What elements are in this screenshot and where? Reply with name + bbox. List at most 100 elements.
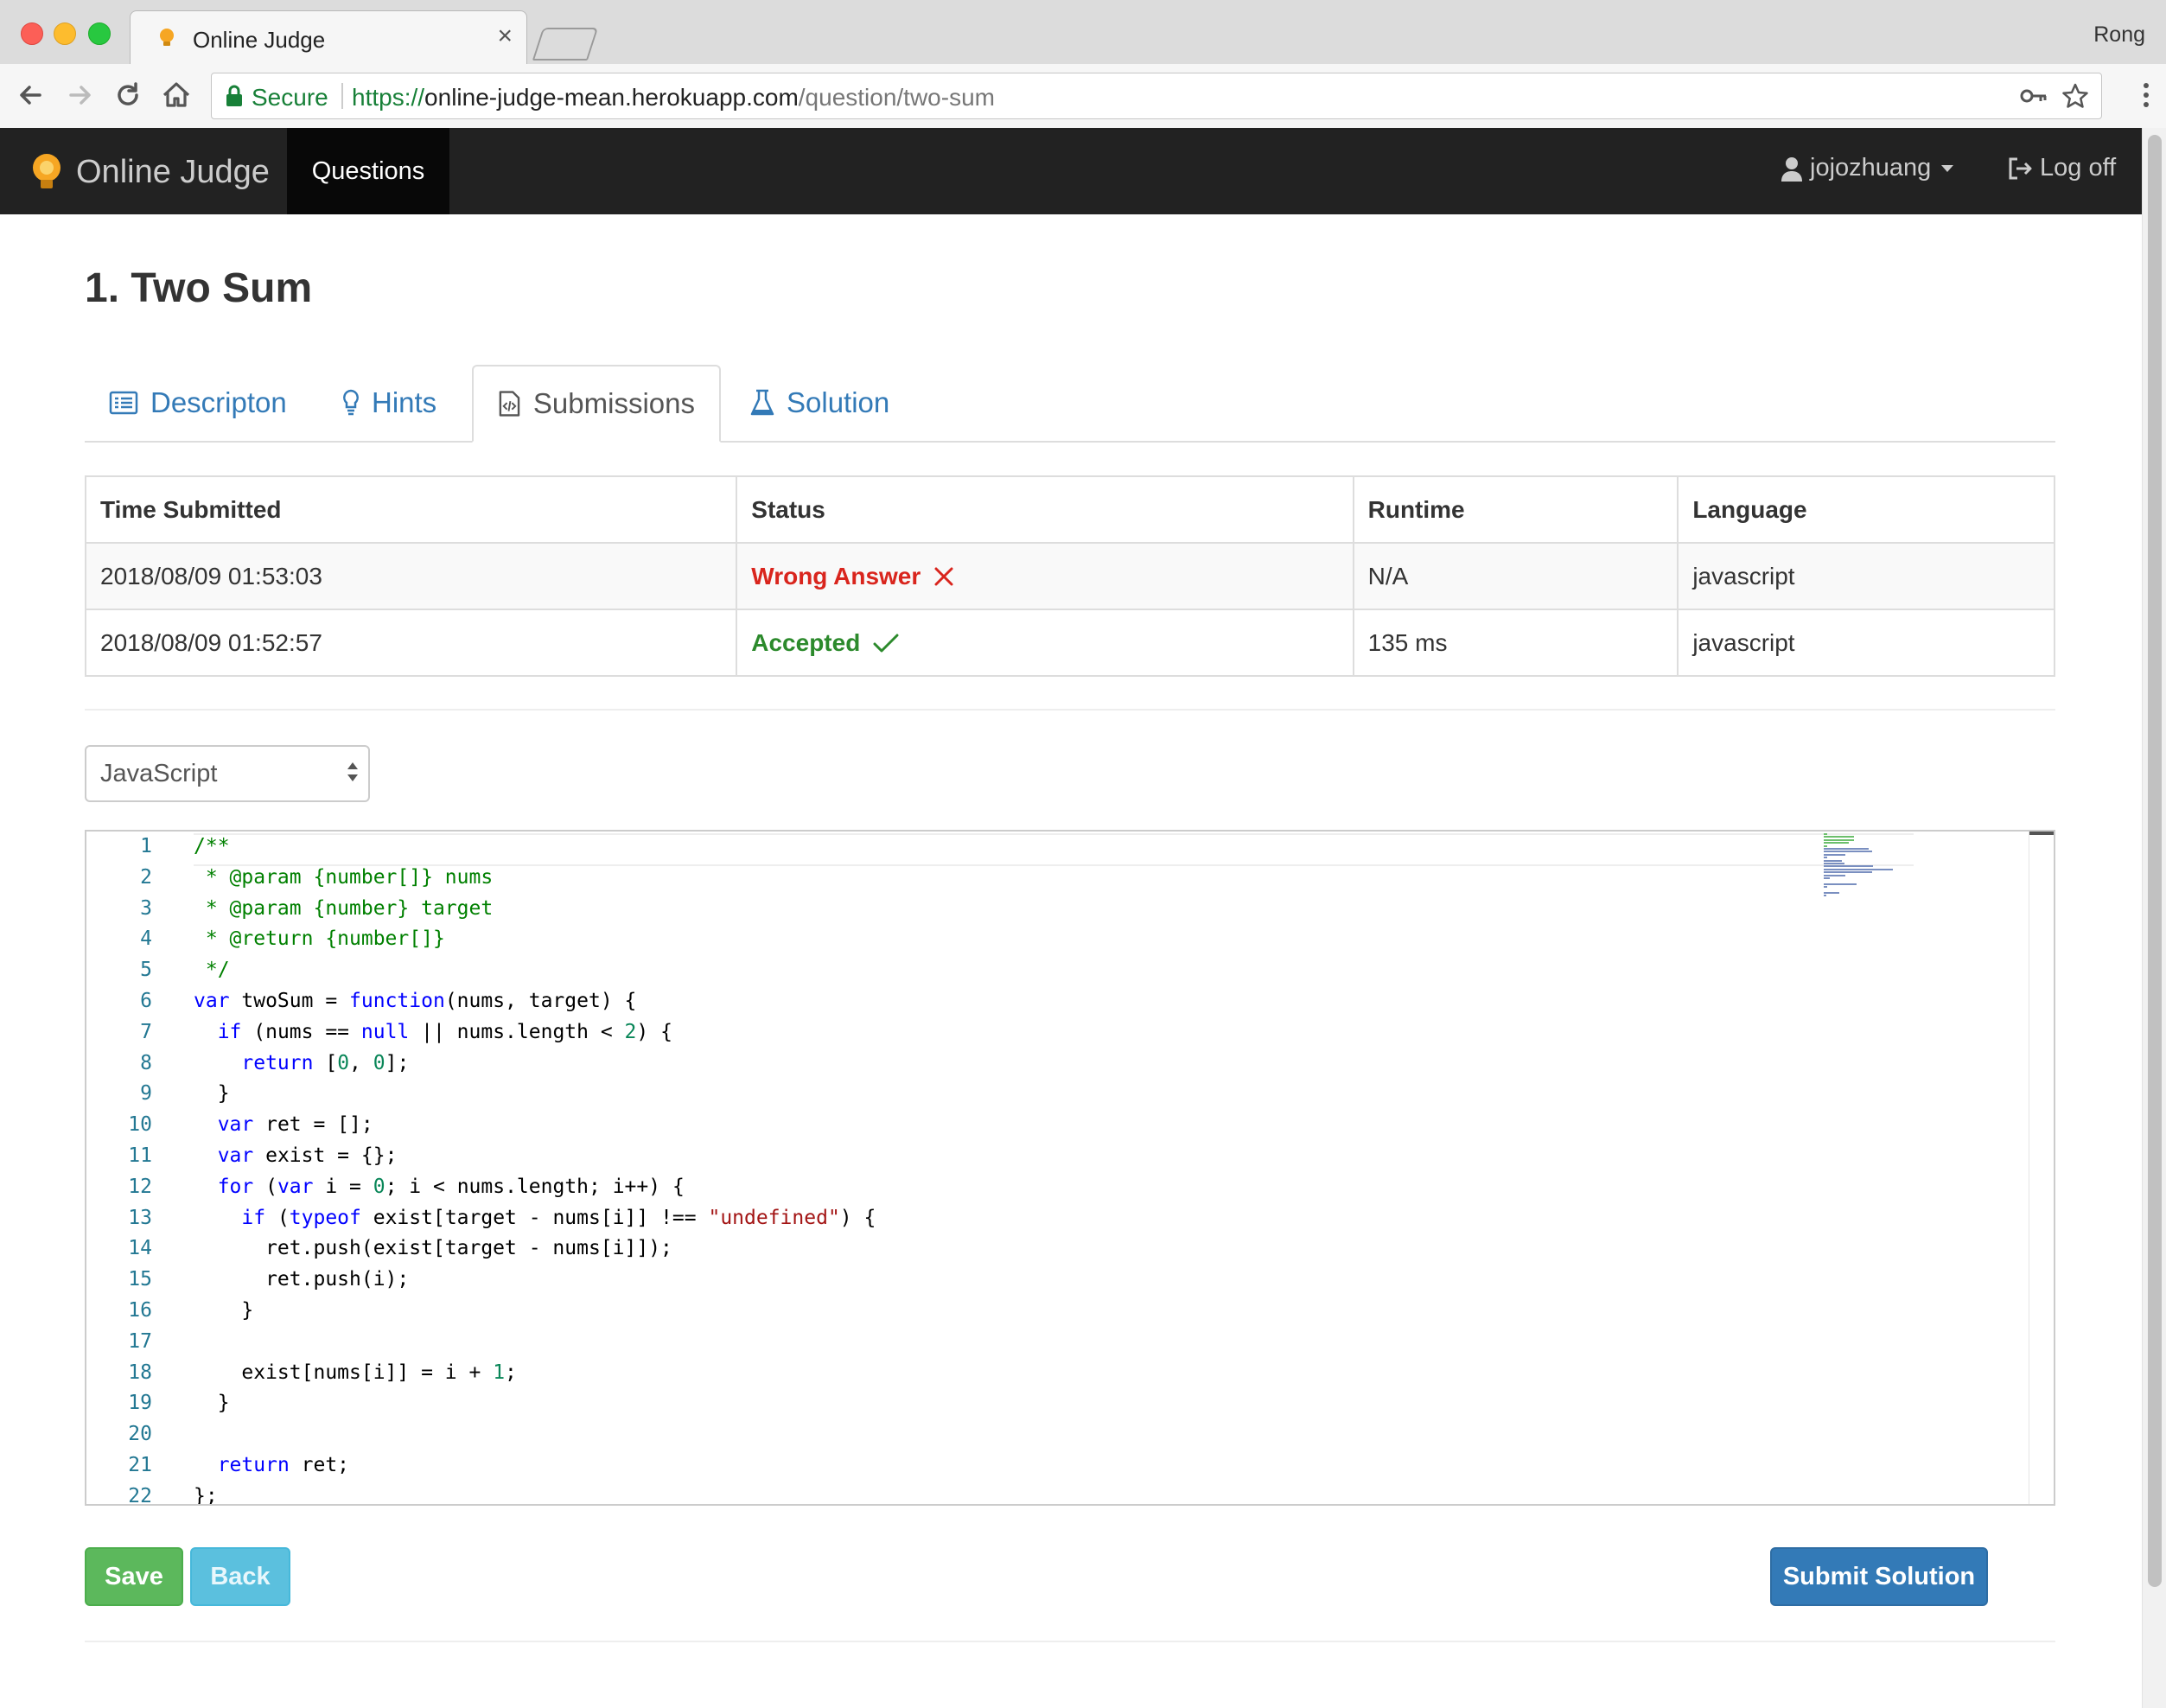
code-line: }; xyxy=(194,1484,218,1506)
status-text: Wrong Answer xyxy=(751,562,921,590)
column-header: Language xyxy=(1677,475,2055,544)
code-line: for (var i = 0; i < nums.length; i++) { xyxy=(217,1175,685,1198)
status-cell: Accepted xyxy=(736,609,1354,677)
forward-arrow-icon[interactable] xyxy=(61,76,99,114)
app-navbar: Online Judge Questions jojozhuang Log of… xyxy=(0,128,2142,214)
back-arrow-icon[interactable] xyxy=(12,76,50,114)
divider xyxy=(85,709,2055,711)
tab-solution-label: Solution xyxy=(787,386,890,418)
divider xyxy=(85,1641,2055,1642)
tab-submissions[interactable]: Submissions xyxy=(472,365,721,443)
close-icon xyxy=(934,567,953,585)
lightbulb-favicon-icon xyxy=(160,29,174,46)
line-number: 6 xyxy=(140,990,152,1012)
code-line: var exist = {}; xyxy=(217,1144,398,1167)
key-icon[interactable] xyxy=(2020,86,2048,106)
url-text: https://online-judge-mean.herokuapp.com/… xyxy=(352,84,995,112)
table-row[interactable]: 2018/08/09 01:52:57 Accepted 135 ms java… xyxy=(84,609,2055,677)
line-number: 5 xyxy=(140,959,152,982)
status-wrong-answer: Wrong Answer xyxy=(751,563,1338,590)
line-number: 4 xyxy=(140,927,152,951)
reload-icon[interactable] xyxy=(109,76,147,114)
runtime-cell: 135 ms xyxy=(1352,609,1679,677)
flask-icon xyxy=(750,389,774,416)
profile-name[interactable]: Rong xyxy=(2093,22,2145,48)
table-header-row: Time Submitted Status Runtime Language xyxy=(84,475,2055,544)
column-header: Runtime xyxy=(1352,475,1679,544)
editor-scroll-slider[interactable] xyxy=(2029,832,2054,835)
line-number: 9 xyxy=(140,1082,152,1106)
code-line: ret.push(exist[target - nums[i]]); xyxy=(194,1237,672,1260)
url-scheme: https:// xyxy=(352,84,425,111)
code-line: } xyxy=(194,1299,254,1322)
home-icon[interactable] xyxy=(157,76,195,114)
page-scrollbar[interactable] xyxy=(2142,128,2166,1708)
line-number: 2 xyxy=(140,865,152,889)
omnibox-separator xyxy=(341,83,343,109)
code-line: if (typeof exist[target - nums[i]] !== "… xyxy=(241,1206,876,1229)
line-number: 21 xyxy=(128,1454,152,1476)
code-line: var twoSum = function(nums, target) { xyxy=(194,990,637,1012)
code-line: ret.push(i); xyxy=(194,1268,410,1291)
editor-scrollbar[interactable] xyxy=(2029,832,2054,1504)
submission-time: 2018/08/09 01:52:57 xyxy=(84,609,738,677)
page-scroll-thumb[interactable] xyxy=(2148,135,2162,1587)
brand-link[interactable]: Online Judge xyxy=(29,150,270,194)
close-window-button[interactable] xyxy=(21,22,43,45)
line-number: 11 xyxy=(128,1144,152,1167)
tab-description-label: Descripton xyxy=(150,386,287,418)
browser-tab[interactable]: Online Judge × xyxy=(130,10,527,65)
address-bar[interactable]: Secure https://online-judge-mean.herokua… xyxy=(211,73,2102,119)
maximize-window-button[interactable] xyxy=(88,22,111,45)
list-alt-icon xyxy=(109,391,138,415)
browser-menu-icon[interactable] xyxy=(2144,83,2149,112)
language-cell: javascript xyxy=(1677,542,2055,610)
tab-title: Online Judge xyxy=(193,27,326,53)
line-number: 3 xyxy=(140,896,152,920)
line-number: 20 xyxy=(128,1423,152,1446)
question-tabs: Descripton Hints Submissions Solution xyxy=(85,365,2055,443)
language-select[interactable]: JavaScript xyxy=(85,745,370,802)
tab-hints[interactable]: Hints xyxy=(318,365,461,441)
code-editor[interactable]: 1 2 3 4 5 6 7 8 9 10 11 12 13 14 15 16 17 18 19 20 21 22 /** … xyxy=(85,830,2055,1506)
line-number: 1 xyxy=(140,835,152,857)
line-number: 14 xyxy=(128,1237,152,1260)
code-line: */ xyxy=(194,959,230,982)
tab-solution[interactable]: Solution xyxy=(726,365,914,441)
editor-minimap[interactable] xyxy=(1824,832,1927,918)
minimize-window-button[interactable] xyxy=(54,22,76,45)
nav-questions[interactable]: Questions xyxy=(287,128,449,214)
code-line: return ret; xyxy=(217,1454,350,1476)
logoff-link[interactable]: Log off xyxy=(2007,154,2116,182)
tab-submissions-label: Submissions xyxy=(532,387,695,419)
code-line: if (nums == null || nums.length < 2) { xyxy=(217,1020,672,1043)
line-number: 7 xyxy=(140,1020,152,1043)
line-number: 10 xyxy=(128,1113,152,1137)
close-tab-icon[interactable]: × xyxy=(497,23,513,49)
bookmark-star-icon[interactable] xyxy=(2061,82,2089,110)
checkmark-icon xyxy=(873,634,899,652)
code-line: * @param {number} target xyxy=(194,896,494,920)
column-header: Status xyxy=(736,475,1354,544)
chevron-down-icon xyxy=(1941,164,1954,172)
new-tab-button[interactable] xyxy=(532,28,599,61)
user-dropdown[interactable]: jojozhuang xyxy=(1781,154,1954,182)
lock-icon xyxy=(226,85,242,106)
line-number: 19 xyxy=(128,1392,152,1415)
select-arrows-icon xyxy=(347,762,358,781)
submissions-table: Time Submitted Status Runtime Language 2… xyxy=(84,475,2055,677)
code-text-area[interactable]: /** * @param {number[]} nums * @param {n… xyxy=(194,832,1888,1504)
lightbulb-icon xyxy=(343,389,359,416)
tab-description[interactable]: Descripton xyxy=(85,365,311,441)
line-number: 8 xyxy=(140,1051,152,1074)
back-button[interactable]: Back xyxy=(190,1547,290,1606)
secure-label: Secure xyxy=(252,84,328,111)
table-row[interactable]: 2018/08/09 01:53:03 Wrong Answer N/A jav… xyxy=(84,542,2055,610)
line-number: 16 xyxy=(128,1299,152,1322)
code-line: } xyxy=(194,1392,230,1415)
code-line: * @return {number[]} xyxy=(194,927,445,951)
submit-solution-button[interactable]: Submit Solution xyxy=(1770,1547,1988,1606)
save-button[interactable]: Save xyxy=(85,1547,183,1606)
log-out-icon xyxy=(2009,157,2032,179)
runtime-cell: N/A xyxy=(1352,542,1679,610)
